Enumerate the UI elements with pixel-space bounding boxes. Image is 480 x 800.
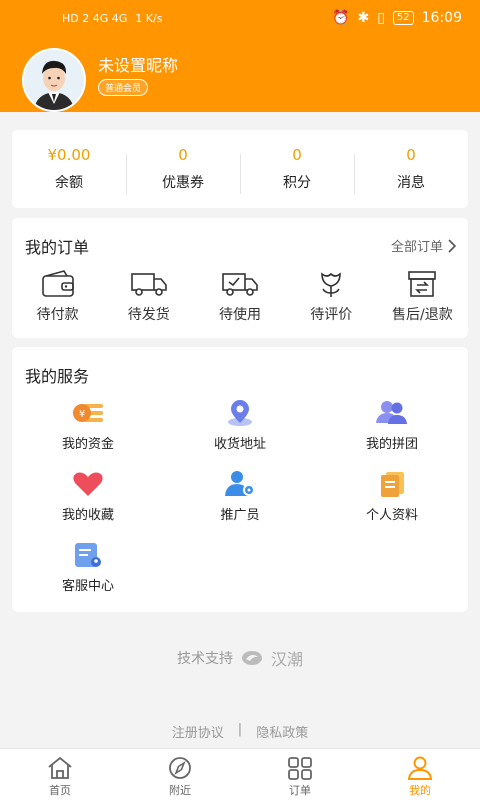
legal-links: 注册协议 | 隐私政策 bbox=[0, 722, 480, 741]
order-to-review[interactable]: 待评价 bbox=[286, 270, 377, 324]
all-orders-label: 全部订单 bbox=[390, 240, 443, 255]
group-icon bbox=[376, 401, 407, 424]
wallet-messages[interactable]: 0 消息 bbox=[354, 146, 468, 194]
tab-label: 首页 bbox=[49, 784, 71, 797]
service-label: 收货地址 bbox=[213, 437, 266, 452]
wallet-value: 0 bbox=[406, 146, 416, 164]
promoter-icon bbox=[225, 471, 255, 496]
status-left: HD 2 4G 4G 1 K/s bbox=[62, 12, 162, 25]
service-my-funds[interactable]: ¥ 我的资金 bbox=[12, 399, 164, 452]
service-profile[interactable]: 个人资料 bbox=[316, 470, 468, 523]
privacy-link[interactable]: 隐私政策 bbox=[256, 722, 308, 741]
alarm-icon: ⏰ bbox=[332, 10, 350, 26]
wallet-icon bbox=[41, 270, 74, 297]
home-icon bbox=[48, 756, 72, 779]
service-group-buy[interactable]: 我的拼团 bbox=[316, 399, 468, 452]
chevron-right-icon bbox=[448, 238, 456, 253]
wallet-card: ¥0.00 余额 0 优惠券 0 积分 0 消息 bbox=[12, 130, 468, 208]
orders-title: 我的订单 bbox=[25, 238, 90, 257]
services-title: 我的服务 bbox=[25, 367, 90, 386]
profile-header: 未设置昵称 普通会员 bbox=[0, 42, 480, 112]
order-pending-payment[interactable]: 待付款 bbox=[12, 270, 103, 324]
status-bar: HD 2 4G 4G 1 K/s ⏰ ✱ ▯ 52 16:09 bbox=[0, 0, 480, 42]
tab-nearby[interactable]: 附近 bbox=[120, 749, 240, 800]
wallet-coupons[interactable]: 0 优惠券 bbox=[126, 146, 240, 194]
wallet-value: ¥0.00 bbox=[47, 146, 91, 164]
tab-label: 我的 bbox=[409, 784, 431, 797]
network-indicator: HD 2 4G 4G bbox=[62, 12, 128, 25]
tech-support-label: 技术支持 bbox=[176, 651, 233, 667]
services-grid: ¥ 我的资金 收货地址 我的拼团 我的收藏 推广员 个人资料 客服中心 bbox=[12, 399, 468, 594]
return-box-icon bbox=[408, 271, 437, 297]
order-status-label: 待发货 bbox=[127, 307, 170, 323]
tab-label: 附近 bbox=[169, 784, 191, 797]
compass-icon bbox=[169, 757, 191, 779]
tab-mine[interactable]: 我的 bbox=[360, 749, 480, 800]
location-icon bbox=[228, 400, 252, 426]
service-label: 推广员 bbox=[220, 508, 260, 523]
tech-support: 技术支持 汉潮 bbox=[0, 646, 480, 670]
service-label: 我的收藏 bbox=[61, 508, 114, 523]
tab-orders[interactable]: 订单 bbox=[240, 749, 360, 800]
agreement-link[interactable]: 注册协议 bbox=[172, 722, 224, 741]
truck-check-icon bbox=[222, 273, 258, 296]
tab-home[interactable]: 首页 bbox=[0, 749, 120, 800]
wallet-balance[interactable]: ¥0.00 余额 bbox=[12, 146, 126, 192]
wallet-points[interactable]: 0 积分 bbox=[240, 146, 354, 194]
service-label: 客服中心 bbox=[61, 579, 114, 594]
wallet-label: 消息 bbox=[397, 175, 425, 191]
coin-icon: ¥ bbox=[73, 404, 103, 422]
wallet-label: 积分 bbox=[283, 175, 311, 191]
profile-doc-icon bbox=[381, 472, 404, 497]
service-promoter[interactable]: 推广员 bbox=[164, 470, 316, 523]
brand-logo-icon bbox=[241, 651, 262, 665]
tab-label: 订单 bbox=[289, 784, 311, 797]
order-status-label: 待付款 bbox=[36, 307, 79, 323]
grid-icon bbox=[288, 757, 312, 780]
all-orders-link[interactable]: 全部订单 bbox=[391, 236, 456, 255]
order-status-label: 待评价 bbox=[310, 307, 353, 323]
order-status-row: 待付款 待发货 待使用 待评价 售后/退款 bbox=[12, 270, 468, 324]
service-shipping-address[interactable]: 收货地址 bbox=[164, 399, 316, 452]
order-status-label: 售后/退款 bbox=[392, 307, 453, 323]
wallet-value: 0 bbox=[292, 146, 302, 164]
service-label: 个人资料 bbox=[365, 508, 418, 523]
service-icon bbox=[75, 543, 101, 567]
order-to-use[interactable]: 待使用 bbox=[194, 270, 285, 324]
service-favorites[interactable]: 我的收藏 bbox=[12, 470, 164, 523]
avatar-image bbox=[24, 50, 84, 110]
avatar[interactable] bbox=[22, 48, 86, 112]
battery-indicator: 52 bbox=[392, 11, 414, 25]
order-pending-shipment[interactable]: 待发货 bbox=[103, 270, 194, 324]
wallet-label: 余额 bbox=[55, 175, 83, 191]
bottom-tab-bar: 首页 附近 订单 我的 bbox=[0, 748, 480, 800]
status-right: ⏰ ✱ ▯ 52 16:09 bbox=[332, 10, 462, 26]
user-icon bbox=[407, 756, 433, 780]
vibrate-icon: ▯ bbox=[377, 10, 385, 26]
clock: 16:09 bbox=[421, 10, 462, 26]
flower-icon bbox=[321, 272, 342, 297]
order-after-sales[interactable]: 售后/退款 bbox=[377, 270, 468, 324]
wallet-value: 0 bbox=[178, 146, 188, 164]
wallet-label: 优惠券 bbox=[162, 175, 204, 191]
nickname[interactable]: 未设置昵称 bbox=[98, 52, 178, 76]
legal-divider: | bbox=[237, 722, 243, 737]
truck-icon bbox=[130, 273, 167, 296]
service-label: 我的拼团 bbox=[365, 437, 418, 452]
order-status-label: 待使用 bbox=[219, 307, 261, 323]
service-label: 我的资金 bbox=[61, 437, 114, 452]
heart-icon bbox=[73, 472, 103, 496]
service-customer-center[interactable]: 客服中心 bbox=[12, 541, 164, 594]
orders-card: 我的订单 全部订单 待付款 待发货 待使用 待评价 售后/退款 bbox=[12, 218, 468, 338]
svg-text:¥: ¥ bbox=[79, 409, 85, 420]
brand-name: 汉潮 bbox=[270, 650, 303, 669]
services-card: 我的服务 ¥ 我的资金 收货地址 我的拼团 我的收藏 推广员 个人资料 客服中心 bbox=[12, 347, 468, 612]
network-speed: 1 K/s bbox=[135, 12, 163, 25]
member-level-badge: 普通会员 bbox=[98, 79, 149, 96]
bluetooth-icon: ✱ bbox=[357, 10, 370, 26]
